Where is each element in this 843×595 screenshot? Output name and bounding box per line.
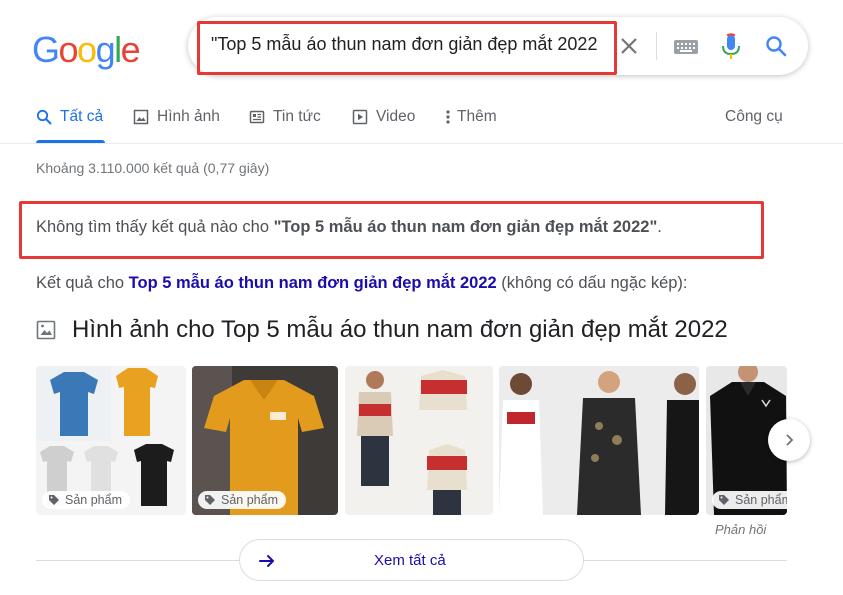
chevron-right-icon: [786, 434, 794, 446]
logo-letter-g2: g: [95, 29, 116, 70]
microphone-icon[interactable]: [720, 33, 742, 61]
tab-more[interactable]: Thêm: [445, 108, 497, 126]
images-heading-text: Hình ảnh cho Top 5 mẫu áo thun nam đơn g…: [72, 316, 728, 343]
tag-icon: [719, 495, 729, 505]
showing-results-for: Kết quả cho Top 5 mẫu áo thun nam đơn gi…: [36, 274, 688, 293]
tag-icon: [49, 495, 59, 505]
tab-news-label: Tin tức: [273, 108, 321, 125]
product-chip-label: Sản phẩm: [735, 493, 787, 507]
tab-video[interactable]: Video: [352, 108, 415, 126]
product-chip: Sản phẩm: [42, 491, 130, 509]
search-icon: [36, 109, 52, 125]
tab-news[interactable]: Tin tức: [249, 108, 321, 126]
tab-images-label: Hình ảnh: [157, 108, 220, 125]
search-icon[interactable]: [764, 34, 788, 58]
arrow-right-icon: [259, 555, 275, 567]
image-thumbnail-2[interactable]: Sản phẩm: [192, 366, 338, 515]
tab-images[interactable]: Hình ảnh: [133, 108, 220, 126]
image-icon: [36, 320, 56, 340]
query-highlight-frame: [197, 21, 617, 75]
logo-letter-e: e: [120, 29, 141, 70]
play-icon: [352, 109, 368, 125]
carousel-next-button[interactable]: [768, 419, 810, 461]
keyboard-icon[interactable]: [673, 37, 699, 57]
tabs-divider: [0, 143, 843, 144]
three-men-tshirts-image: [499, 366, 699, 515]
colorblock-polo-image: [345, 366, 493, 515]
tab-all[interactable]: Tất cả: [36, 108, 103, 126]
tab-video-label: Video: [376, 108, 416, 125]
corrected-query-link[interactable]: Top 5 mẫu áo thun nam đơn giản đẹp mắt 2…: [129, 274, 497, 292]
tag-icon: [205, 495, 215, 505]
notice-highlight-frame: [19, 201, 764, 259]
showing-prefix: Kết quả cho: [36, 274, 129, 292]
image-icon: [133, 109, 149, 125]
product-chip-label: Sản phẩm: [65, 493, 122, 507]
tab-tools[interactable]: Công cụ: [725, 108, 783, 126]
search-divider: [656, 32, 657, 60]
showing-suffix: (không có dấu ngặc kép):: [496, 274, 688, 292]
images-section-heading[interactable]: Hình ảnh cho Top 5 mẫu áo thun nam đơn g…: [36, 316, 728, 344]
tab-tools-label: Công cụ: [725, 108, 783, 125]
view-all-label: Xem tất cả: [374, 552, 446, 569]
product-chip-label: Sản phẩm: [221, 493, 278, 507]
tab-all-label: Tất cả: [60, 108, 104, 125]
feedback-link[interactable]: Phản hồi: [715, 522, 766, 537]
product-chip: Sản phẩm: [198, 491, 286, 509]
product-chip: Sản phẩm: [712, 491, 787, 509]
google-logo[interactable]: Google: [32, 29, 141, 71]
logo-letter-o1: o: [58, 29, 79, 70]
logo-letter-o2: o: [77, 29, 97, 70]
more-vert-icon: [446, 110, 450, 124]
result-stats: Khoảng 3.110.000 kết quả (0,77 giây): [36, 160, 270, 176]
view-all-button[interactable]: Xem tất cả: [239, 539, 584, 581]
clear-icon[interactable]: [617, 34, 641, 58]
image-thumbnail-1[interactable]: Sản phẩm: [36, 366, 186, 515]
tab-more-label: Thêm: [457, 108, 497, 125]
image-thumbnail-4[interactable]: [499, 366, 699, 515]
image-thumbnail-3[interactable]: [345, 366, 493, 515]
news-icon: [249, 110, 265, 124]
logo-letter-g: G: [32, 29, 60, 70]
